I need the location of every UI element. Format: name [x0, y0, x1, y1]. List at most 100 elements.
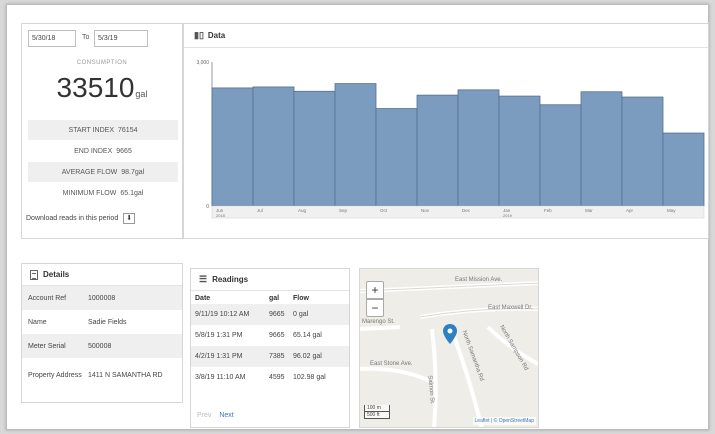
zoom-out-button[interactable]: −	[366, 299, 384, 317]
reading-flow: 65.14 gal	[293, 332, 322, 339]
table-row: 4/2/19 1:31 PM 7385 96.02 gal	[191, 346, 349, 367]
consumption-panel: To CONSUMPTION 33510gal START INDEX 7615…	[21, 23, 183, 239]
stat-label: END INDEX	[74, 147, 113, 155]
detail-row: Meter Serial 500008	[22, 334, 182, 358]
consumption-unit: gal	[135, 89, 148, 99]
dashboard-frame: To CONSUMPTION 33510gal START INDEX 7615…	[6, 4, 709, 430]
detail-row: Name Sadie Fields	[22, 310, 182, 334]
detail-row: Property Address 1411 N SAMANTHA RD	[22, 358, 182, 392]
reading-gal: 4595	[269, 374, 285, 381]
column-header-flow: Flow	[293, 295, 309, 302]
usage-bar-chart: 3,0000Jun2018Jul Aug Sep Oct Nov Dec Jan2019Fe…	[196, 60, 705, 219]
x-tick-label: Feb	[544, 208, 552, 213]
readings-header: ☰ Readings	[191, 269, 349, 291]
stat-label: MINIMUM FLOW	[62, 189, 117, 197]
download-reads: Download reads in this period ⬇	[26, 210, 178, 226]
details-header: Details	[22, 264, 182, 286]
readings-pager: Prev Next	[197, 412, 234, 419]
detail-value: Sadie Fields	[88, 318, 127, 326]
chart-header: ▮▯ Data	[184, 24, 708, 48]
map-attribution[interactable]: Leaflet | © OpenStreetMap	[472, 417, 536, 425]
reading-flow: 0 gal	[293, 311, 309, 318]
date-to-input[interactable]	[94, 30, 148, 47]
reading-flow: 96.02 gal	[293, 353, 322, 360]
x-year-label: 2018	[216, 213, 226, 218]
stat-value: 98.7gal	[121, 168, 145, 176]
consumption-value: 33510gal	[22, 72, 182, 104]
zoom-in-button[interactable]: +	[366, 281, 384, 299]
location-map[interactable]: East Mission Ave. East Maxwell Dr. North…	[359, 268, 539, 428]
readings-column-headers: Date gal Flow	[191, 291, 349, 304]
date-from-input[interactable]	[28, 30, 76, 47]
column-header-date: Date	[195, 295, 211, 302]
detail-key: Account Ref	[28, 294, 67, 302]
date-to-label: To	[82, 34, 90, 41]
bar	[457, 89, 500, 207]
stat-label: AVERAGE FLOW	[61, 168, 118, 176]
download-label: Download reads in this period	[26, 214, 119, 222]
next-page-link[interactable]: Next	[219, 412, 233, 419]
bar	[580, 91, 623, 207]
bar-chart-icon: ▮▯	[194, 30, 204, 40]
bar	[498, 95, 541, 207]
scale-meters: 100 m	[364, 405, 390, 412]
bar	[252, 86, 295, 207]
bar	[293, 90, 336, 207]
y-tick-label: 0	[206, 204, 209, 210]
data-chart-panel: ▮▯ Data 3,000 0 Jun 2018 Jul Aug Sep Oct Nov Dec J…	[183, 23, 709, 239]
reading-flow: 102.98 gal	[293, 374, 326, 381]
x-tick-label: Apr	[626, 208, 634, 213]
y-tick-label: 3,000	[196, 60, 209, 66]
map-scale: 100 m 500 ft	[364, 405, 390, 419]
x-tick-label: Oct	[380, 208, 388, 213]
detail-value: 500008	[88, 342, 112, 350]
detail-value: 1000008	[88, 294, 116, 302]
x-tick-label: Dec	[462, 208, 471, 213]
reading-date: 4/2/19 1:31 PM	[195, 353, 243, 360]
table-row: 5/8/19 1:31 PM 9665 65.14 gal	[191, 325, 349, 346]
table-row: 9/11/19 10:12 AM 9665 0 gal	[191, 304, 349, 325]
x-tick-label: Nov	[421, 208, 430, 213]
detail-row: Account Ref 1000008	[22, 286, 182, 310]
stat-minimum-flow: MINIMUM FLOW 65.1gal	[28, 183, 178, 203]
readings-title: Readings	[212, 275, 249, 284]
consumption-caption: CONSUMPTION	[76, 60, 128, 66]
scale-feet: 500 ft	[364, 412, 390, 419]
x-tick-label: Jul	[257, 208, 263, 213]
details-title: Details	[43, 270, 70, 279]
bar	[621, 96, 664, 207]
x-tick-label: May	[667, 208, 676, 213]
reading-date: 3/8/19 11:10 AM	[195, 374, 246, 381]
download-icon[interactable]: ⬇	[123, 212, 136, 224]
stat-value: 65.1gal	[120, 189, 144, 197]
stat-value: 9665	[116, 147, 132, 155]
detail-key: Name	[28, 318, 47, 326]
bar	[211, 87, 254, 207]
details-panel: Details Account Ref 1000008 Name Sadie F…	[21, 263, 183, 403]
stat-label: START INDEX	[68, 126, 115, 134]
detail-key: Property Address	[28, 371, 82, 379]
x-tick-label: Mar	[585, 208, 593, 213]
detail-value: 1411 N SAMANTHA RD	[88, 371, 163, 379]
x-tick-label: Sep	[339, 208, 348, 213]
reading-gal: 9665	[269, 311, 285, 318]
location-pin-icon[interactable]	[443, 324, 457, 344]
prev-page-link[interactable]: Prev	[197, 412, 211, 419]
bar	[539, 104, 582, 207]
date-range: To	[28, 30, 178, 48]
stat-start-index: START INDEX 76154	[28, 120, 178, 140]
bar	[662, 132, 705, 207]
stat-end-index: END INDEX 9665	[28, 141, 178, 161]
bar	[334, 83, 377, 207]
reading-date: 9/11/19 10:12 AM	[195, 311, 250, 318]
street-label: East Stone Ave.	[370, 361, 413, 367]
reading-gal: 9665	[269, 332, 285, 339]
document-icon	[30, 269, 38, 280]
x-tick-label: Aug	[298, 208, 307, 213]
street-label: East Mission Ave.	[455, 277, 503, 283]
column-header-gal: gal	[269, 295, 280, 302]
table-row: 3/8/19 11:10 AM 4595 102.98 gal	[191, 367, 349, 388]
bar	[375, 108, 418, 207]
stat-average-flow: AVERAGE FLOW 98.7gal	[28, 162, 178, 182]
list-icon: ☰	[199, 274, 208, 284]
